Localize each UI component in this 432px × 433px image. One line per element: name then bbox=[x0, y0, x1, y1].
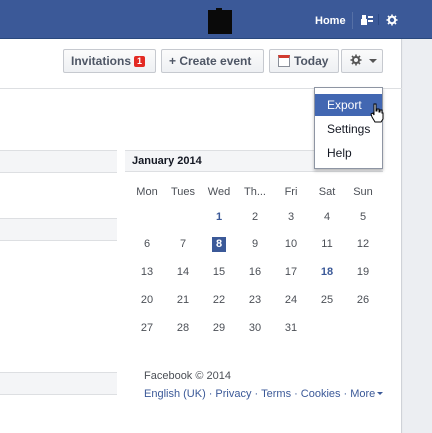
footer-link-language[interactable]: English (UK) bbox=[144, 388, 206, 400]
weekday-label: Mon bbox=[136, 186, 158, 198]
footer-links: English (UK) · Privacy · Terms · Cookies · More bbox=[144, 388, 384, 400]
calendar-day[interactable]: 18 bbox=[312, 265, 342, 279]
calendar-day[interactable]: 15 bbox=[204, 265, 234, 279]
footer-link-privacy[interactable]: Privacy bbox=[215, 388, 251, 400]
invitations-count-badge: 1 bbox=[134, 56, 146, 67]
calendar-icon bbox=[278, 55, 290, 67]
today-button[interactable]: Today bbox=[269, 49, 339, 73]
calendar-day[interactable]: 11 bbox=[312, 237, 342, 251]
chevron-down-icon bbox=[369, 59, 378, 63]
calendar-day[interactable]: 28 bbox=[168, 321, 198, 335]
weekday-label: Tues bbox=[170, 186, 196, 198]
weekday-label: Th... bbox=[243, 186, 266, 198]
separator-dot: · bbox=[208, 388, 213, 400]
create-event-label: + Create event bbox=[169, 54, 252, 68]
calendar-day[interactable]: 29 bbox=[204, 321, 234, 335]
calendar-day[interactable]: 26 bbox=[348, 293, 378, 307]
calendar-day[interactable]: 30 bbox=[240, 321, 270, 335]
calendar-day[interactable]: 12 bbox=[348, 237, 378, 251]
invitations-label: Invitations bbox=[71, 54, 132, 68]
calendar-day[interactable]: 1 bbox=[204, 210, 234, 224]
footer-link-terms[interactable]: Terms bbox=[261, 388, 291, 400]
calendar-day[interactable]: 22 bbox=[204, 293, 234, 307]
calendar-day[interactable]: 9 bbox=[240, 237, 270, 251]
calendar-day[interactable]: 7 bbox=[168, 237, 198, 251]
topbar-divider bbox=[378, 14, 379, 25]
calendar-day[interactable]: 3 bbox=[276, 210, 306, 224]
today-label: Today bbox=[294, 54, 329, 68]
event-row[interactable] bbox=[0, 218, 117, 241]
event-row[interactable] bbox=[0, 372, 117, 395]
invitations-button[interactable]: Invitations 1 bbox=[63, 49, 156, 73]
calendar-day[interactable]: 25 bbox=[312, 293, 342, 307]
weekday-label: Sun bbox=[353, 186, 373, 198]
chevron-down-icon bbox=[377, 392, 384, 395]
right-gutter bbox=[403, 39, 432, 433]
calendar-day[interactable]: 4 bbox=[312, 210, 342, 224]
event-row[interactable] bbox=[0, 150, 117, 173]
separator-dot: · bbox=[294, 388, 298, 400]
weekday-label: Fri bbox=[284, 186, 298, 198]
menu-item-help[interactable]: Help bbox=[315, 142, 382, 164]
calendar-day[interactable]: 31 bbox=[276, 321, 306, 335]
calendar-day[interactable]: 13 bbox=[132, 265, 162, 279]
calendar-day[interactable]: 5 bbox=[348, 210, 378, 224]
profile-avatar[interactable] bbox=[208, 8, 232, 34]
calendar-day[interactable]: 19 bbox=[348, 265, 378, 279]
calendar-day[interactable]: 17 bbox=[276, 265, 306, 279]
weekday-label: Sat bbox=[318, 186, 336, 198]
calendar-day[interactable]: 23 bbox=[240, 293, 270, 307]
settings-icon[interactable] bbox=[386, 14, 398, 28]
footer-copyright: Facebook © 2014 bbox=[144, 370, 231, 382]
calendar-day[interactable]: 24 bbox=[276, 293, 306, 307]
separator-dot: · bbox=[343, 388, 348, 400]
weekday-label: Wed bbox=[207, 186, 231, 198]
separator-dot: · bbox=[254, 388, 259, 400]
footer-link-more[interactable]: More bbox=[350, 388, 375, 400]
gear-icon bbox=[350, 54, 365, 68]
calendar-day[interactable]: 21 bbox=[168, 293, 198, 307]
calendar-day[interactable]: 6 bbox=[132, 237, 162, 251]
home-link[interactable]: Home bbox=[315, 15, 346, 27]
calendar-day[interactable]: 16 bbox=[240, 265, 270, 279]
calendar-day[interactable]: 27 bbox=[132, 321, 162, 335]
calendar-day[interactable]: 10 bbox=[276, 237, 306, 251]
calendar-day[interactable]: 20 bbox=[132, 293, 162, 307]
top-navigation-bar: Home bbox=[0, 0, 432, 39]
hand-cursor-icon bbox=[370, 103, 384, 123]
settings-dropdown-menu: Export Settings Help bbox=[314, 87, 383, 169]
settings-menu-button[interactable] bbox=[341, 49, 383, 73]
friends-icon[interactable] bbox=[360, 14, 374, 29]
calendar-day[interactable]: 8 bbox=[204, 237, 234, 251]
footer-link-cookies[interactable]: Cookies bbox=[301, 388, 341, 400]
topbar-divider bbox=[352, 12, 353, 29]
calendar-day[interactable]: 2 bbox=[240, 210, 270, 224]
create-event-button[interactable]: + Create event bbox=[161, 49, 264, 73]
calendar-day[interactable]: 14 bbox=[168, 265, 198, 279]
